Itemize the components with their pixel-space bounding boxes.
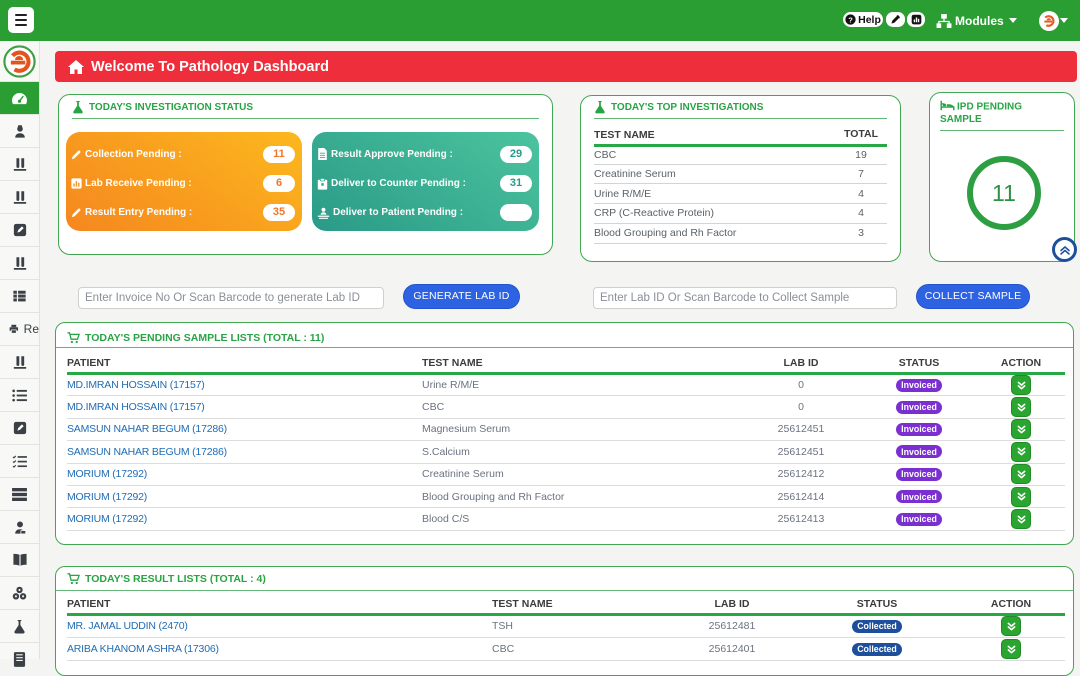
svg-text:?: ? [848, 15, 853, 24]
